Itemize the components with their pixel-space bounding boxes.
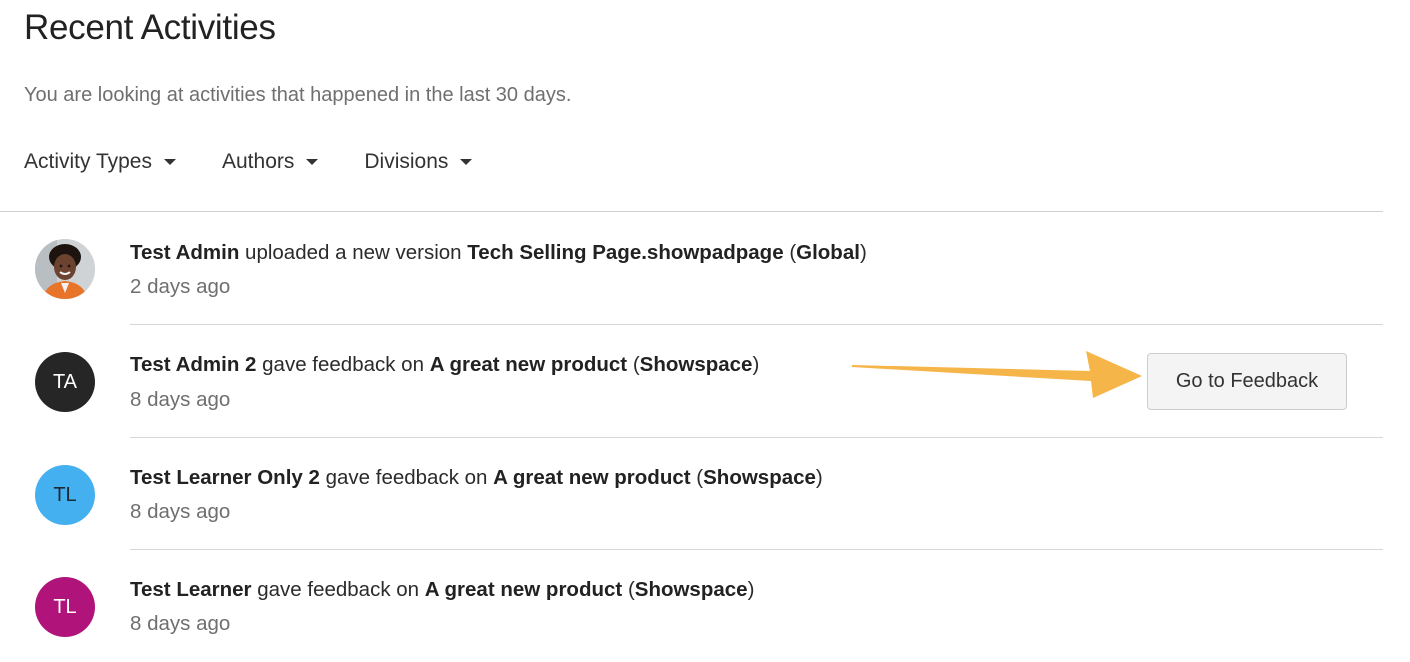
filter-label: Authors <box>222 150 295 173</box>
avatar: TL <box>35 577 95 637</box>
activity-action: gave feedback on <box>257 578 420 601</box>
avatar-initials: TL <box>53 483 77 506</box>
filter-label: Activity Types <box>24 150 152 173</box>
avatar: TL <box>35 465 95 525</box>
filter-label: Divisions <box>364 150 449 173</box>
callout-arrow-icon <box>852 351 1142 398</box>
activity-action: gave feedback on <box>325 466 488 489</box>
paren-close: ) <box>752 353 760 376</box>
divisions-filter[interactable]: Divisions <box>364 150 473 174</box>
activity-target[interactable]: A great new product <box>430 353 627 376</box>
avatar-photo-icon <box>35 239 95 299</box>
paren-close: ) <box>747 578 755 601</box>
activity-text: Test Learner Only 2 gave feedback on A g… <box>130 466 823 490</box>
activity-time: 2 days ago <box>130 275 231 298</box>
authors-filter[interactable]: Authors <box>222 150 319 174</box>
activity-time: 8 days ago <box>130 388 231 411</box>
paren-close: ) <box>815 466 823 489</box>
activity-text: Test Learner gave feedback on A great ne… <box>130 578 754 602</box>
activity-time: 8 days ago <box>130 500 231 523</box>
activity-target[interactable]: Tech Selling Page.showpadpage <box>467 241 783 264</box>
activity-author[interactable]: Test Admin <box>130 241 239 264</box>
activity-scope: Showspace <box>639 353 753 376</box>
activity-author[interactable]: Test Learner Only 2 <box>130 466 320 489</box>
caret-down-icon <box>306 159 319 165</box>
avatar-initials: TA <box>52 370 78 393</box>
activity-scope: Showspace <box>634 578 748 601</box>
page-subtitle: You are looking at activities that happe… <box>24 84 572 106</box>
row-divider <box>130 324 1383 325</box>
avatar: TA <box>35 352 95 412</box>
row-divider <box>130 549 1383 550</box>
activity-item: Test Admin uploaded a new version Tech S… <box>0 212 1383 324</box>
caret-down-icon <box>164 159 176 165</box>
activity-action: uploaded a new version <box>245 241 462 264</box>
row-divider <box>130 437 1383 438</box>
paren-close: ) <box>859 241 867 264</box>
paren-open: ( <box>627 578 635 601</box>
activity-target[interactable]: A great new product <box>425 578 622 601</box>
activity-author[interactable]: Test Admin 2 <box>130 353 256 376</box>
paren-open: ( <box>632 353 640 376</box>
page-title: Recent Activities <box>24 8 276 47</box>
activity-scope: Showspace <box>703 466 816 489</box>
avatar-initials: TL <box>53 595 77 618</box>
activity-time: 8 days ago <box>130 612 231 635</box>
activity-action: gave feedback on <box>262 353 424 376</box>
activity-types-filter[interactable]: Activity Types <box>24 150 176 174</box>
go-to-feedback-button[interactable]: Go to Feedback <box>1147 353 1347 410</box>
caret-down-icon <box>460 159 473 165</box>
filter-bar: Activity Types Authors Divisions <box>24 150 518 174</box>
activity-author[interactable]: Test Learner <box>130 578 252 601</box>
activity-text: Test Admin 2 gave feedback on A great ne… <box>130 353 759 377</box>
avatar <box>35 239 95 299</box>
activity-text: Test Admin uploaded a new version Tech S… <box>130 241 867 265</box>
activity-scope: Global <box>796 241 860 264</box>
activity-target[interactable]: A great new product <box>493 466 690 489</box>
activity-item: TL Test Learner gave feedback on A great… <box>0 549 1383 661</box>
activity-item: TL Test Learner Only 2 gave feedback on … <box>0 437 1383 549</box>
